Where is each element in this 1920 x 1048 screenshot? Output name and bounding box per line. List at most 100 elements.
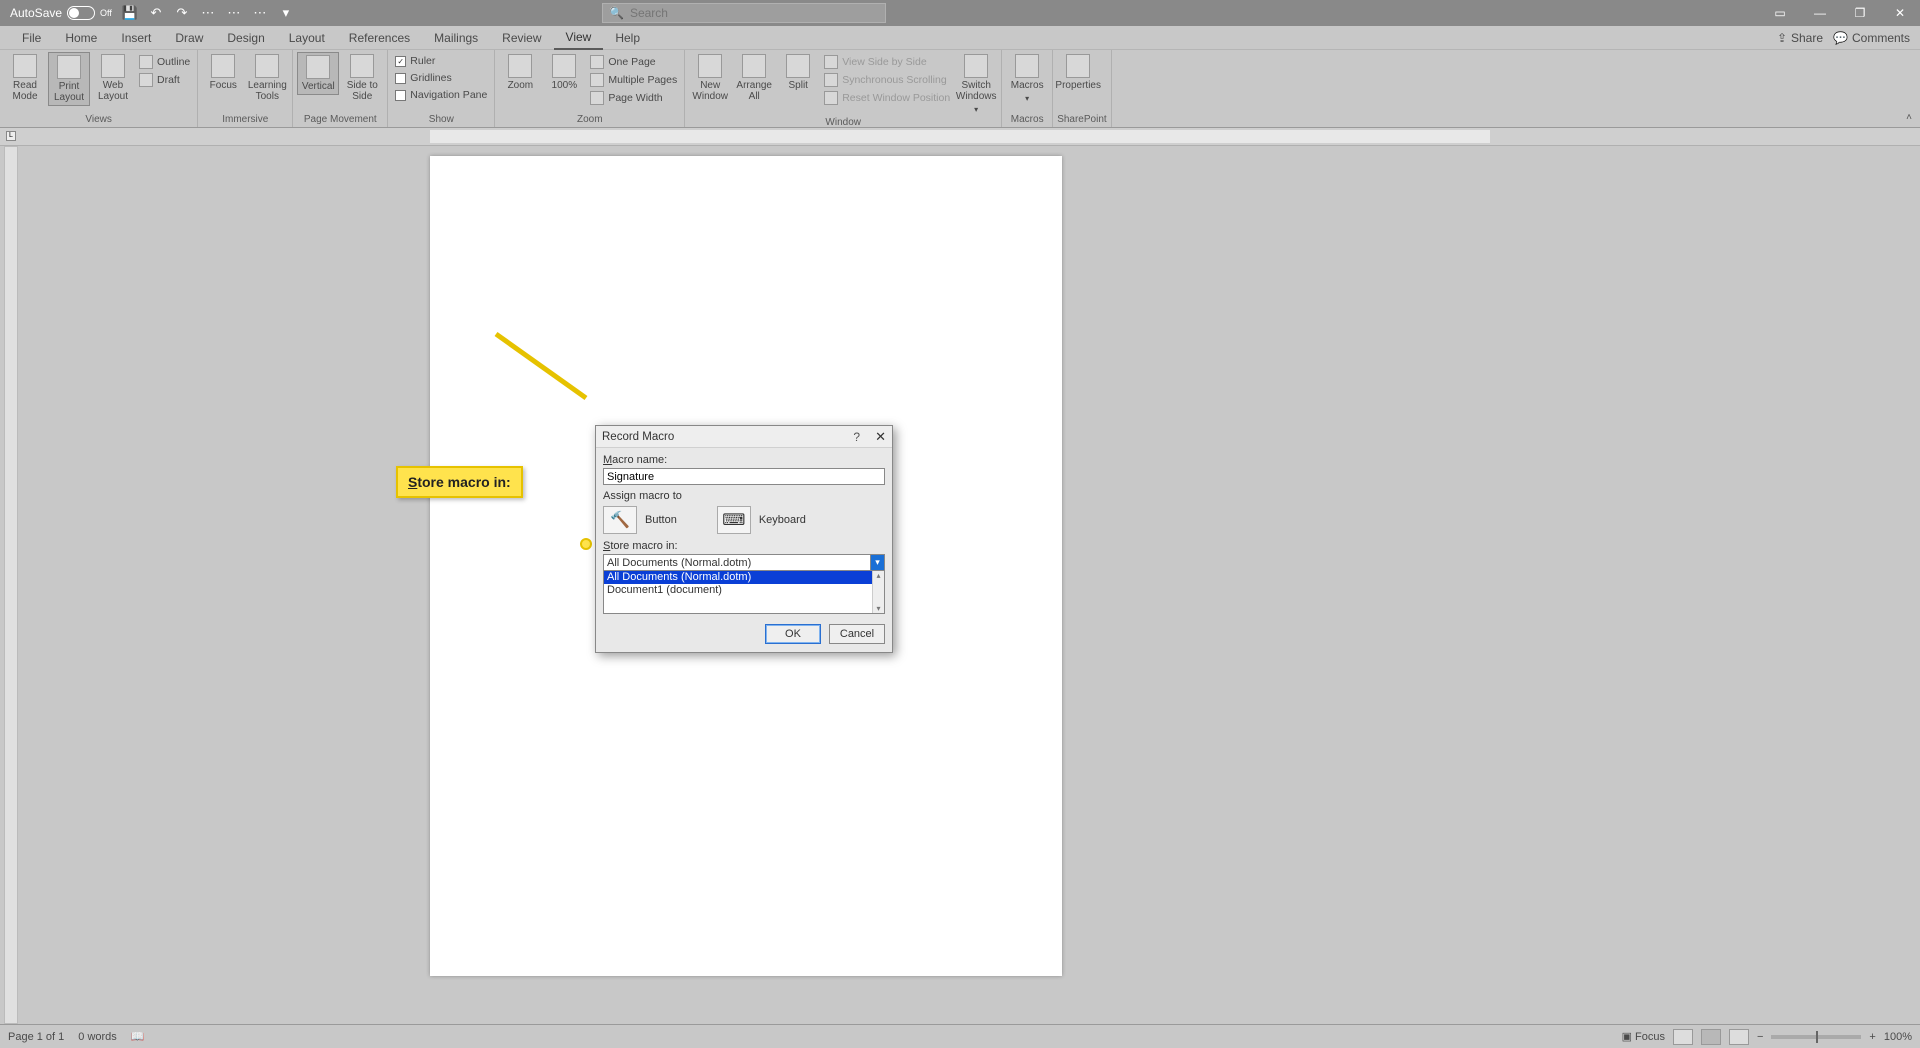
group-show: ✓Ruler Gridlines Navigation Pane Show [388, 50, 495, 127]
draft-button[interactable]: Draft [136, 72, 193, 88]
scroll-down-icon[interactable]: ▾ [876, 604, 880, 613]
store-macro-listbox[interactable]: All Documents (Normal.dotm) Document1 (d… [603, 570, 885, 614]
reset-pos-icon [824, 91, 838, 105]
web-layout-button[interactable]: Web Layout [92, 52, 134, 104]
reset-window-position-button: Reset Window Position [821, 90, 953, 106]
zoom-icon [508, 54, 532, 78]
share-button[interactable]: ⇪Share [1777, 31, 1823, 45]
window-controls: ▭ — ❐ ✕ [1760, 0, 1920, 26]
collapse-ribbon-icon[interactable]: ˄ [1906, 112, 1912, 123]
close-icon[interactable]: ✕ [1880, 0, 1920, 26]
minimize-icon[interactable]: — [1800, 0, 1840, 26]
focus-label: Focus [210, 80, 237, 91]
print-layout-view-button[interactable] [1701, 1029, 1721, 1045]
side-to-side-button[interactable]: Side to Side [341, 52, 383, 104]
arrange-all-label: Arrange All [735, 80, 773, 102]
properties-button[interactable]: Properties [1057, 52, 1099, 93]
qat-more-icon[interactable]: ▾ [278, 5, 294, 21]
qat-icon-3[interactable]: ⋯ [252, 5, 268, 21]
search-input[interactable] [630, 6, 879, 20]
page-width-button[interactable]: Page Width [587, 90, 680, 106]
zoom-button[interactable]: Zoom [499, 52, 541, 93]
ruler-checkbox[interactable]: ✓Ruler [392, 54, 490, 68]
tab-draw[interactable]: Draw [163, 27, 215, 49]
one-page-button[interactable]: One Page [587, 54, 680, 70]
new-window-button[interactable]: New Window [689, 52, 731, 104]
switch-windows-button[interactable]: Switch Windows▾ [955, 52, 997, 117]
undo-icon[interactable]: ↶ [148, 5, 164, 21]
list-item[interactable]: Document1 (document) [604, 584, 884, 597]
spellcheck-icon[interactable]: 📖 [131, 1030, 145, 1043]
dialog-close-icon[interactable]: ✕ [875, 429, 886, 445]
title-bar: AutoSave Off 💾 ↶ ↷ ⋯ ⋯ ⋯ ▾ Document1 - W… [0, 0, 1920, 26]
qat-icon-2[interactable]: ⋯ [226, 5, 242, 21]
search-box[interactable]: 🔍 [602, 3, 886, 23]
macros-button[interactable]: Macros▾ [1006, 52, 1048, 106]
print-layout-button[interactable]: Print Layout [48, 52, 90, 106]
group-page-movement: Vertical Side to Side Page Movement [293, 50, 388, 127]
page-indicator[interactable]: Page 1 of 1 [8, 1031, 64, 1043]
learning-tools-button[interactable]: Learning Tools [246, 52, 288, 104]
tab-mailings[interactable]: Mailings [422, 27, 490, 49]
horizontal-ruler[interactable]: L [0, 128, 1920, 146]
split-button[interactable]: Split [777, 52, 819, 93]
tab-home[interactable]: Home [53, 27, 109, 49]
gridlines-checkbox[interactable]: Gridlines [392, 71, 490, 85]
list-item[interactable]: All Documents (Normal.dotm) [604, 571, 884, 584]
vertical-button[interactable]: Vertical [297, 52, 339, 95]
zoom-slider[interactable] [1771, 1035, 1861, 1039]
zoom-in-button[interactable]: + [1869, 1031, 1875, 1043]
store-macro-combobox[interactable]: All Documents (Normal.dotm) ▾ [603, 554, 885, 571]
save-icon[interactable]: 💾 [122, 5, 138, 21]
assign-button-button[interactable]: 🔨 Button [603, 506, 677, 534]
ribbon-display-icon[interactable]: ▭ [1760, 0, 1800, 26]
zoom-100-button[interactable]: 100% [543, 52, 585, 93]
switch-windows-label: Switch Windows [956, 80, 997, 102]
macro-name-input[interactable] [603, 468, 885, 485]
assign-keyboard-button[interactable]: ⌨ Keyboard [717, 506, 806, 534]
autosave-switch-icon[interactable] [67, 6, 95, 20]
tab-view[interactable]: View [554, 26, 604, 50]
read-mode-view-button[interactable] [1673, 1029, 1693, 1045]
zoom-level[interactable]: 100% [1884, 1031, 1912, 1043]
focus-button[interactable]: Focus [202, 52, 244, 93]
navigation-pane-checkbox[interactable]: Navigation Pane [392, 88, 490, 102]
redo-icon[interactable]: ↷ [174, 5, 190, 21]
comments-button[interactable]: 💬Comments [1833, 31, 1910, 45]
zoom-out-button[interactable]: − [1757, 1031, 1763, 1043]
word-count[interactable]: 0 words [78, 1031, 117, 1043]
cancel-button[interactable]: Cancel [829, 624, 885, 644]
page-width-icon [590, 91, 604, 105]
arrange-all-button[interactable]: Arrange All [733, 52, 775, 104]
ruler-corner-icon[interactable]: L [6, 131, 16, 141]
tab-help[interactable]: Help [603, 27, 652, 49]
ok-button[interactable]: OK [765, 624, 821, 644]
tab-layout[interactable]: Layout [277, 27, 337, 49]
dialog-help-icon[interactable]: ? [853, 430, 860, 444]
tab-insert[interactable]: Insert [109, 27, 163, 49]
vertical-ruler[interactable] [4, 146, 18, 1024]
qat-icon-1[interactable]: ⋯ [200, 5, 216, 21]
print-layout-icon [57, 55, 81, 79]
tab-review[interactable]: Review [490, 27, 553, 49]
combobox-dropdown-icon[interactable]: ▾ [870, 555, 884, 570]
autosave-toggle[interactable]: AutoSave Off [10, 6, 112, 20]
scroll-up-icon[interactable]: ▴ [876, 571, 880, 580]
web-layout-view-button[interactable] [1729, 1029, 1749, 1045]
zoom-label: Zoom [508, 80, 534, 91]
maximize-icon[interactable]: ❐ [1840, 0, 1880, 26]
read-mode-button[interactable]: Read Mode [4, 52, 46, 104]
tab-design[interactable]: Design [215, 27, 276, 49]
tab-references[interactable]: References [337, 27, 422, 49]
assign-macro-label: Assign macro to [603, 490, 885, 502]
multiple-pages-button[interactable]: Multiple Pages [587, 72, 680, 88]
focus-mode-button[interactable]: ▣Focus [1622, 1030, 1665, 1043]
web-layout-label: Web Layout [94, 80, 132, 102]
properties-icon [1066, 54, 1090, 78]
tab-file[interactable]: File [10, 27, 53, 49]
outline-button[interactable]: Outline [136, 54, 193, 70]
dialog-titlebar[interactable]: Record Macro ? ✕ [596, 426, 892, 448]
listbox-scrollbar[interactable]: ▴▾ [872, 571, 884, 613]
group-page-movement-label: Page Movement [297, 114, 383, 127]
comments-label: Comments [1852, 31, 1910, 45]
